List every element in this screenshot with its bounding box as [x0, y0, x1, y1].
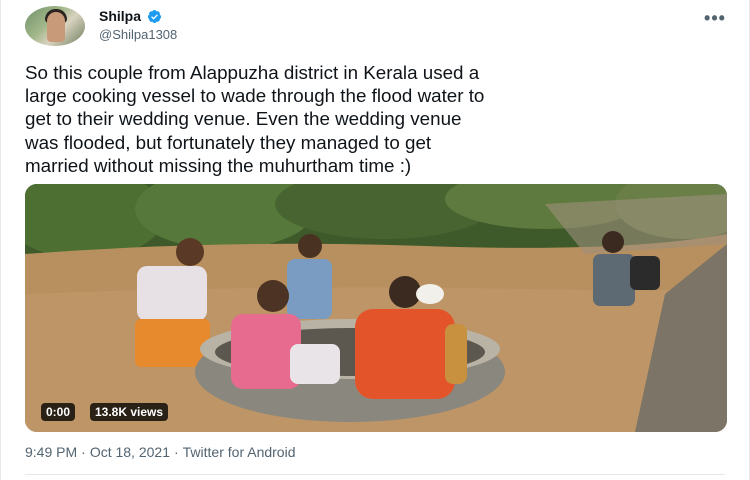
meta-separator: ·: [81, 444, 86, 460]
author-handle[interactable]: @Shilpa1308: [99, 27, 177, 42]
tweet-text: So this couple from Alappuzha district i…: [25, 62, 485, 176]
author-name-row: Shilpa: [99, 8, 162, 24]
tweet-source-link[interactable]: Twitter for Android: [183, 444, 296, 460]
more-options-button[interactable]: •••: [701, 4, 729, 32]
video-views-badge: 13.8K views: [90, 403, 169, 421]
tweet-time-link[interactable]: 9:49 PM: [25, 444, 77, 460]
verified-badge-icon: [147, 9, 162, 23]
avatar-face: [47, 12, 65, 42]
author-display-name[interactable]: Shilpa: [99, 8, 141, 24]
avatar[interactable]: [25, 6, 85, 46]
tweet-card: Shilpa @Shilpa1308 ••• So this couple fr…: [0, 0, 750, 480]
video-player[interactable]: [25, 184, 727, 432]
tweet-meta: 9:49 PM · Oct 18, 2021 · Twitter for And…: [25, 444, 295, 460]
tweet-date-link[interactable]: Oct 18, 2021: [90, 444, 170, 460]
divider: [25, 474, 725, 475]
more-horizontal-icon: •••: [704, 7, 726, 28]
video-time-badge: 0:00: [41, 403, 76, 421]
meta-separator: ·: [173, 444, 179, 460]
video-thumbnail: [25, 184, 727, 432]
